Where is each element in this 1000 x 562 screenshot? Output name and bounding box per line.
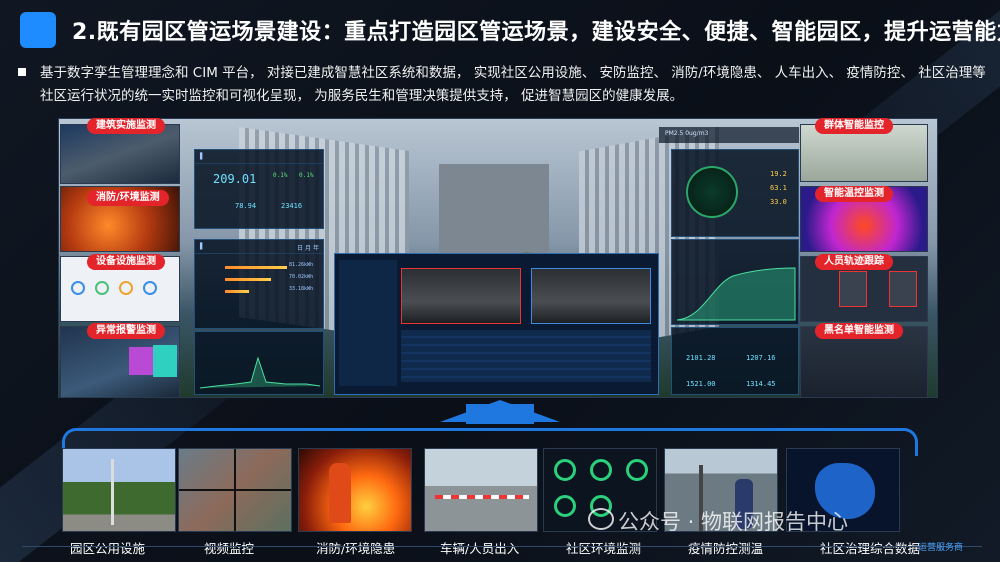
bottom-divider: [22, 546, 982, 547]
gate-icon: [424, 448, 538, 532]
camera-grid-icon: [178, 448, 292, 532]
tab-day[interactable]: 日: [297, 243, 303, 252]
description-text: 基于数字孪生管理理念和 CIM 平台， 对接已建成智慧社区系统和数据， 实现社区…: [40, 65, 986, 104]
caption-public-facilities: 园区公用设施: [70, 541, 146, 556]
label-alarm: 异常报警监测: [87, 323, 165, 339]
label-thermal: 智能温控监测: [815, 186, 893, 202]
ranking-value-1: 81.26kWh: [289, 262, 314, 268]
ranking-bar-2: [225, 278, 271, 281]
area-chart: [676, 267, 796, 321]
caption-governance: 社区治理综合数据: [820, 541, 921, 556]
street-lamp-icon: [62, 448, 176, 532]
small-value-2: 0.1%: [299, 172, 314, 179]
stat-value-3: 33.0: [770, 198, 787, 206]
area-chart-panel: [671, 239, 799, 325]
bullet-square-icon: [18, 68, 26, 76]
page-title: 2.既有园区管运场景建设：重点打造园区管运场景，建设安全、便捷、智能园区，提升运…: [72, 20, 1000, 45]
camera-feed-1[interactable]: [401, 268, 521, 324]
trend-line-chart: [199, 356, 321, 389]
ranking-value-2: 70.02kWh: [289, 274, 314, 280]
up-arrow-shaft: [466, 404, 534, 424]
stat-value-2: 63.1: [770, 184, 787, 192]
energy-value-1: 2101.28: [686, 354, 716, 362]
radar-icon: [686, 166, 738, 218]
label-trajectory: 人员轨迹跟踪: [815, 254, 893, 270]
label-blacklist: 黑名单智能监测: [815, 323, 903, 339]
tab-year[interactable]: 年: [313, 243, 319, 252]
video-sidebar: [339, 260, 397, 386]
small-value-3: 78.94: [235, 202, 257, 210]
small-value-4: 23416: [281, 202, 303, 210]
slide: 2.既有园区管运场景建设：重点打造园区管运场景，建设安全、便捷、智能园区，提升运…: [0, 0, 1000, 562]
small-value-1: 0.1%: [273, 172, 288, 179]
record-table: [401, 330, 651, 382]
ranking-bar-3: [225, 290, 249, 293]
energy-stat-panel: 2101.28 1207.16 1521.00 1314.45: [671, 327, 799, 395]
energy-value-2: 1207.16: [746, 354, 776, 362]
energy-panel: ▌ 209.01 0.1% 0.1% 78.94 23416: [194, 149, 324, 229]
tab-month[interactable]: 月: [305, 243, 311, 252]
ranking-bar-1: [225, 266, 287, 269]
caption-environment: 社区环境监测: [566, 541, 642, 556]
radar-panel: 19.2 63.1 33.0: [671, 149, 799, 237]
video-monitor-window: [334, 253, 659, 395]
energy-value-3: 1521.00: [686, 380, 716, 388]
title-marker: [20, 12, 56, 48]
pm-readout: PM2.5 0ug/m3: [659, 127, 799, 143]
label-fire: 消防/环境监测: [87, 190, 169, 206]
ranking-value-3: 33.18kWh: [289, 286, 314, 292]
label-crowd: 群体智能监控: [815, 118, 893, 134]
wechat-icon: [588, 508, 614, 530]
caption-access: 车辆/人员出入: [440, 541, 520, 556]
energy-value-4: 1314.45: [746, 380, 776, 388]
fire-icon: [298, 448, 412, 532]
panel-header: ▌ 日 月 年: [195, 240, 323, 254]
stat-value-1: 19.2: [770, 170, 787, 178]
panel-header: ▌: [195, 150, 323, 164]
ranking-panel: ▌ 日 月 年 81.26kWh 70.02kWh 33.18kWh: [194, 239, 324, 329]
watermark: 公众号 · 物联网报告中心: [618, 510, 849, 534]
caption-epidemic: 疫情防控测温: [688, 541, 764, 556]
caption-video: 视频监控: [204, 541, 255, 556]
main-value: 209.01: [213, 172, 257, 186]
label-equipment: 设备设施监测: [87, 254, 165, 270]
caption-fire: 消防/环境隐患: [316, 541, 396, 556]
service-text: 运营服务商: [918, 543, 964, 553]
label-building: 建筑实施监测: [87, 118, 165, 134]
camera-feed-2[interactable]: [531, 268, 651, 324]
trend-panel: [194, 331, 324, 395]
